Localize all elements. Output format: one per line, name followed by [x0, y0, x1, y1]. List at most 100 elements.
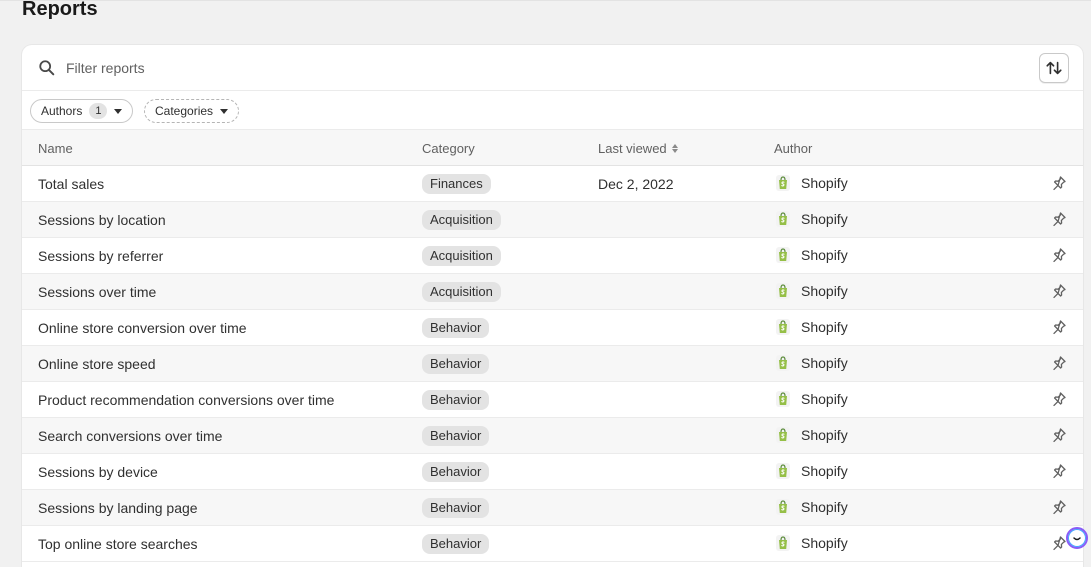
author-name: Shopify [801, 283, 848, 299]
report-name[interactable]: Total sales [38, 176, 104, 192]
column-header-author[interactable]: Author [774, 141, 812, 156]
report-name[interactable]: Product recommendation conversions over … [38, 392, 334, 408]
table-row[interactable]: Top online store searches Behavior Shopi… [22, 526, 1083, 562]
table-row[interactable]: Search conversions over time Behavior Sh… [22, 418, 1083, 454]
author-name: Shopify [801, 463, 848, 479]
category-badge: Acquisition [422, 210, 501, 230]
column-header-last-viewed-label: Last viewed [598, 141, 667, 156]
authors-filter-count: 1 [89, 103, 108, 119]
report-name[interactable]: Sessions by referrer [38, 248, 163, 264]
report-name[interactable]: Sessions by location [38, 212, 166, 228]
pin-icon[interactable] [1051, 463, 1067, 479]
search-icon [39, 60, 55, 76]
author-cell: Shopify [774, 354, 848, 372]
categories-filter-pill[interactable]: Categories [144, 99, 240, 123]
smile-icon [1073, 537, 1081, 541]
author-cell: Shopify [774, 210, 848, 228]
pin-icon[interactable] [1051, 499, 1067, 515]
author-cell: Shopify [774, 282, 848, 300]
shopify-bag-icon [776, 211, 790, 227]
filter-row: Authors 1 Categories [22, 91, 1083, 130]
category-badge: Behavior [422, 354, 490, 374]
report-name[interactable]: Sessions over time [38, 284, 156, 300]
table-row[interactable]: Product recommendation conversions over … [22, 382, 1083, 418]
author-name: Shopify [801, 211, 848, 227]
category-badge: Behavior [422, 534, 490, 554]
table-header: Name Category Last viewed Author [22, 130, 1083, 166]
shopify-bag-icon [776, 463, 790, 479]
sort-arrows-icon [1046, 61, 1062, 75]
report-name[interactable]: Sessions by landing page [38, 500, 198, 516]
report-name[interactable]: Sessions by device [38, 464, 158, 480]
table-row[interactable]: Sessions by device Behavior Shopify [22, 454, 1083, 490]
category-badge: Acquisition [422, 282, 501, 302]
caret-down-icon [220, 108, 229, 114]
caret-down-icon [114, 108, 123, 114]
author-cell: Shopify [774, 534, 848, 552]
author-cell: Shopify [774, 174, 848, 192]
author-name: Shopify [801, 247, 848, 263]
page-title: Reports [22, 0, 98, 20]
table-row[interactable]: Sessions by location Acquisition Shopify [22, 202, 1083, 238]
shopify-bag-icon [776, 175, 790, 191]
author-name: Shopify [801, 355, 848, 371]
column-header-category[interactable]: Category [422, 141, 475, 156]
shopify-bag-icon [776, 535, 790, 551]
authors-filter-pill[interactable]: Authors 1 [30, 99, 134, 123]
table-row[interactable]: Total sales Finances Dec 2, 2022 Shopify [22, 166, 1083, 202]
pin-icon[interactable] [1051, 355, 1067, 371]
category-badge: Behavior [422, 426, 490, 446]
author-cell: Shopify [774, 498, 848, 516]
pin-icon[interactable] [1051, 427, 1067, 443]
shopify-bag-icon [776, 499, 790, 515]
report-name[interactable]: Search conversions over time [38, 428, 222, 444]
shopify-bag-icon [776, 283, 790, 299]
sort-button[interactable] [1039, 53, 1069, 83]
column-header-last-viewed[interactable]: Last viewed [598, 141, 678, 156]
category-badge: Finances [422, 174, 491, 194]
author-name: Shopify [801, 391, 848, 407]
category-badge: Behavior [422, 462, 490, 482]
pin-icon[interactable] [1051, 391, 1067, 407]
author-cell: Shopify [774, 462, 848, 480]
category-badge: Behavior [422, 318, 490, 338]
author-name: Shopify [801, 175, 848, 191]
category-badge: Acquisition [422, 246, 501, 266]
column-header-name[interactable]: Name [38, 141, 73, 156]
shopify-bag-icon [776, 427, 790, 443]
author-cell: Shopify [774, 426, 848, 444]
category-badge: Behavior [422, 498, 490, 518]
pin-icon[interactable] [1051, 535, 1067, 551]
shopify-bag-icon [776, 319, 790, 335]
table-row[interactable]: Sessions over time Acquisition Shopify [22, 274, 1083, 310]
table-row[interactable]: Sessions by referrer Acquisition Shopify [22, 238, 1083, 274]
author-name: Shopify [801, 319, 848, 335]
category-badge: Behavior [422, 390, 490, 410]
assistant-widget-icon[interactable] [1066, 527, 1088, 549]
shopify-bag-icon [776, 355, 790, 371]
report-name[interactable]: Online store speed [38, 356, 156, 372]
pin-icon[interactable] [1051, 211, 1067, 227]
sort-toggle-icon [671, 144, 678, 153]
search-bar [22, 45, 1083, 91]
filter-reports-input[interactable] [66, 56, 666, 80]
pin-icon[interactable] [1051, 247, 1067, 263]
table-row[interactable]: Online store speed Behavior Shopify [22, 346, 1083, 382]
table-row[interactable]: Sessions by landing page Behavior Shopif… [22, 490, 1083, 526]
categories-filter-label: Categories [155, 104, 214, 118]
pin-icon[interactable] [1051, 283, 1067, 299]
report-name[interactable]: Online store conversion over time [38, 320, 247, 336]
authors-filter-label: Authors [41, 104, 83, 118]
pin-icon[interactable] [1051, 175, 1067, 191]
author-name: Shopify [801, 427, 848, 443]
table-body: Total sales Finances Dec 2, 2022 Shopify… [22, 166, 1083, 562]
shopify-bag-icon [776, 247, 790, 263]
shopify-bag-icon [776, 391, 790, 407]
author-name: Shopify [801, 499, 848, 515]
pin-icon[interactable] [1051, 319, 1067, 335]
report-name[interactable]: Top online store searches [38, 536, 198, 552]
table-row[interactable]: Online store conversion over time Behavi… [22, 310, 1083, 346]
author-cell: Shopify [774, 390, 848, 408]
top-divider [0, 0, 1091, 1]
last-viewed-date: Dec 2, 2022 [598, 176, 674, 192]
